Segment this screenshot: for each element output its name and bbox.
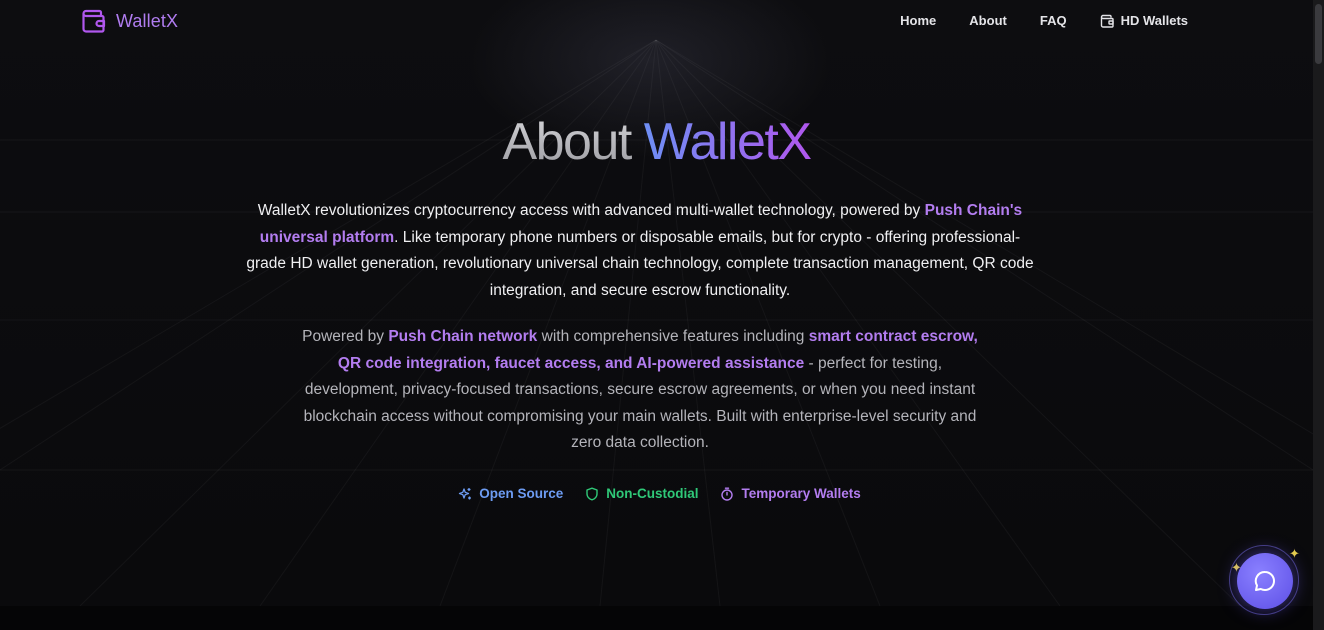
top-navbar: WalletX Home About FAQ HD Wallets [0, 0, 1313, 42]
badge-label: Non-Custodial [606, 486, 699, 501]
features-paragraph: Powered by Push Chain network with compr… [290, 324, 990, 457]
nav-home-link[interactable]: Home [900, 13, 936, 28]
nav-about-label: About [969, 13, 1007, 28]
next-section-edge [0, 606, 1313, 630]
page-title: About WalletX [0, 112, 1313, 172]
chat-assistant-widget[interactable]: ✦ ✦ [1229, 545, 1300, 615]
features-text-1: Powered by [302, 328, 389, 345]
intro-text-1: WalletX revolutionizes cryptocurrency ac… [257, 202, 925, 219]
title-brand: WalletX [643, 113, 812, 171]
chat-open-button[interactable] [1237, 553, 1293, 609]
feature-badges: Open Source Non-Custodial Temporary Wall… [0, 486, 1313, 501]
nav-hd-wallets-label: HD Wallets [1120, 13, 1188, 28]
badge-temporary-wallets: Temporary Wallets [720, 486, 861, 501]
wallet-icon [1100, 14, 1114, 28]
nav-home-label: Home [900, 13, 937, 28]
badge-non-custodial: Non-Custodial [585, 486, 698, 501]
intro-paragraph: WalletX revolutionizes cryptocurrency ac… [240, 198, 1040, 304]
features-text-2: with comprehensive features including [537, 328, 809, 345]
wallet-icon [82, 9, 106, 33]
nav-hd-wallets-link[interactable]: HD Wallets [1100, 13, 1188, 28]
brand-logo-link[interactable]: WalletX [81, 8, 178, 34]
nav-faq-link[interactable]: FAQ [1040, 13, 1067, 28]
features-highlight-1: Push Chain network [388, 328, 538, 345]
timer-icon [721, 487, 734, 501]
chat-bubble-icon [1254, 570, 1275, 591]
sparkles-icon [459, 487, 472, 499]
nav-links: Home About FAQ HD Wallets [900, 13, 1188, 28]
badge-open-source: Open Source [458, 486, 563, 501]
page-scrollbar[interactable] [1313, 0, 1324, 630]
scrollbar-thumb[interactable] [1315, 4, 1322, 64]
badge-label: Open Source [479, 486, 564, 501]
nav-faq-label: FAQ [1039, 13, 1067, 28]
badge-label: Temporary Wallets [741, 486, 861, 501]
title-prefix: About [502, 113, 644, 171]
nav-about-link[interactable]: About [969, 13, 1007, 28]
sparkle-icon: ✦ [1289, 546, 1300, 561]
shield-icon [586, 487, 598, 500]
brand-name: WalletX [116, 10, 179, 31]
